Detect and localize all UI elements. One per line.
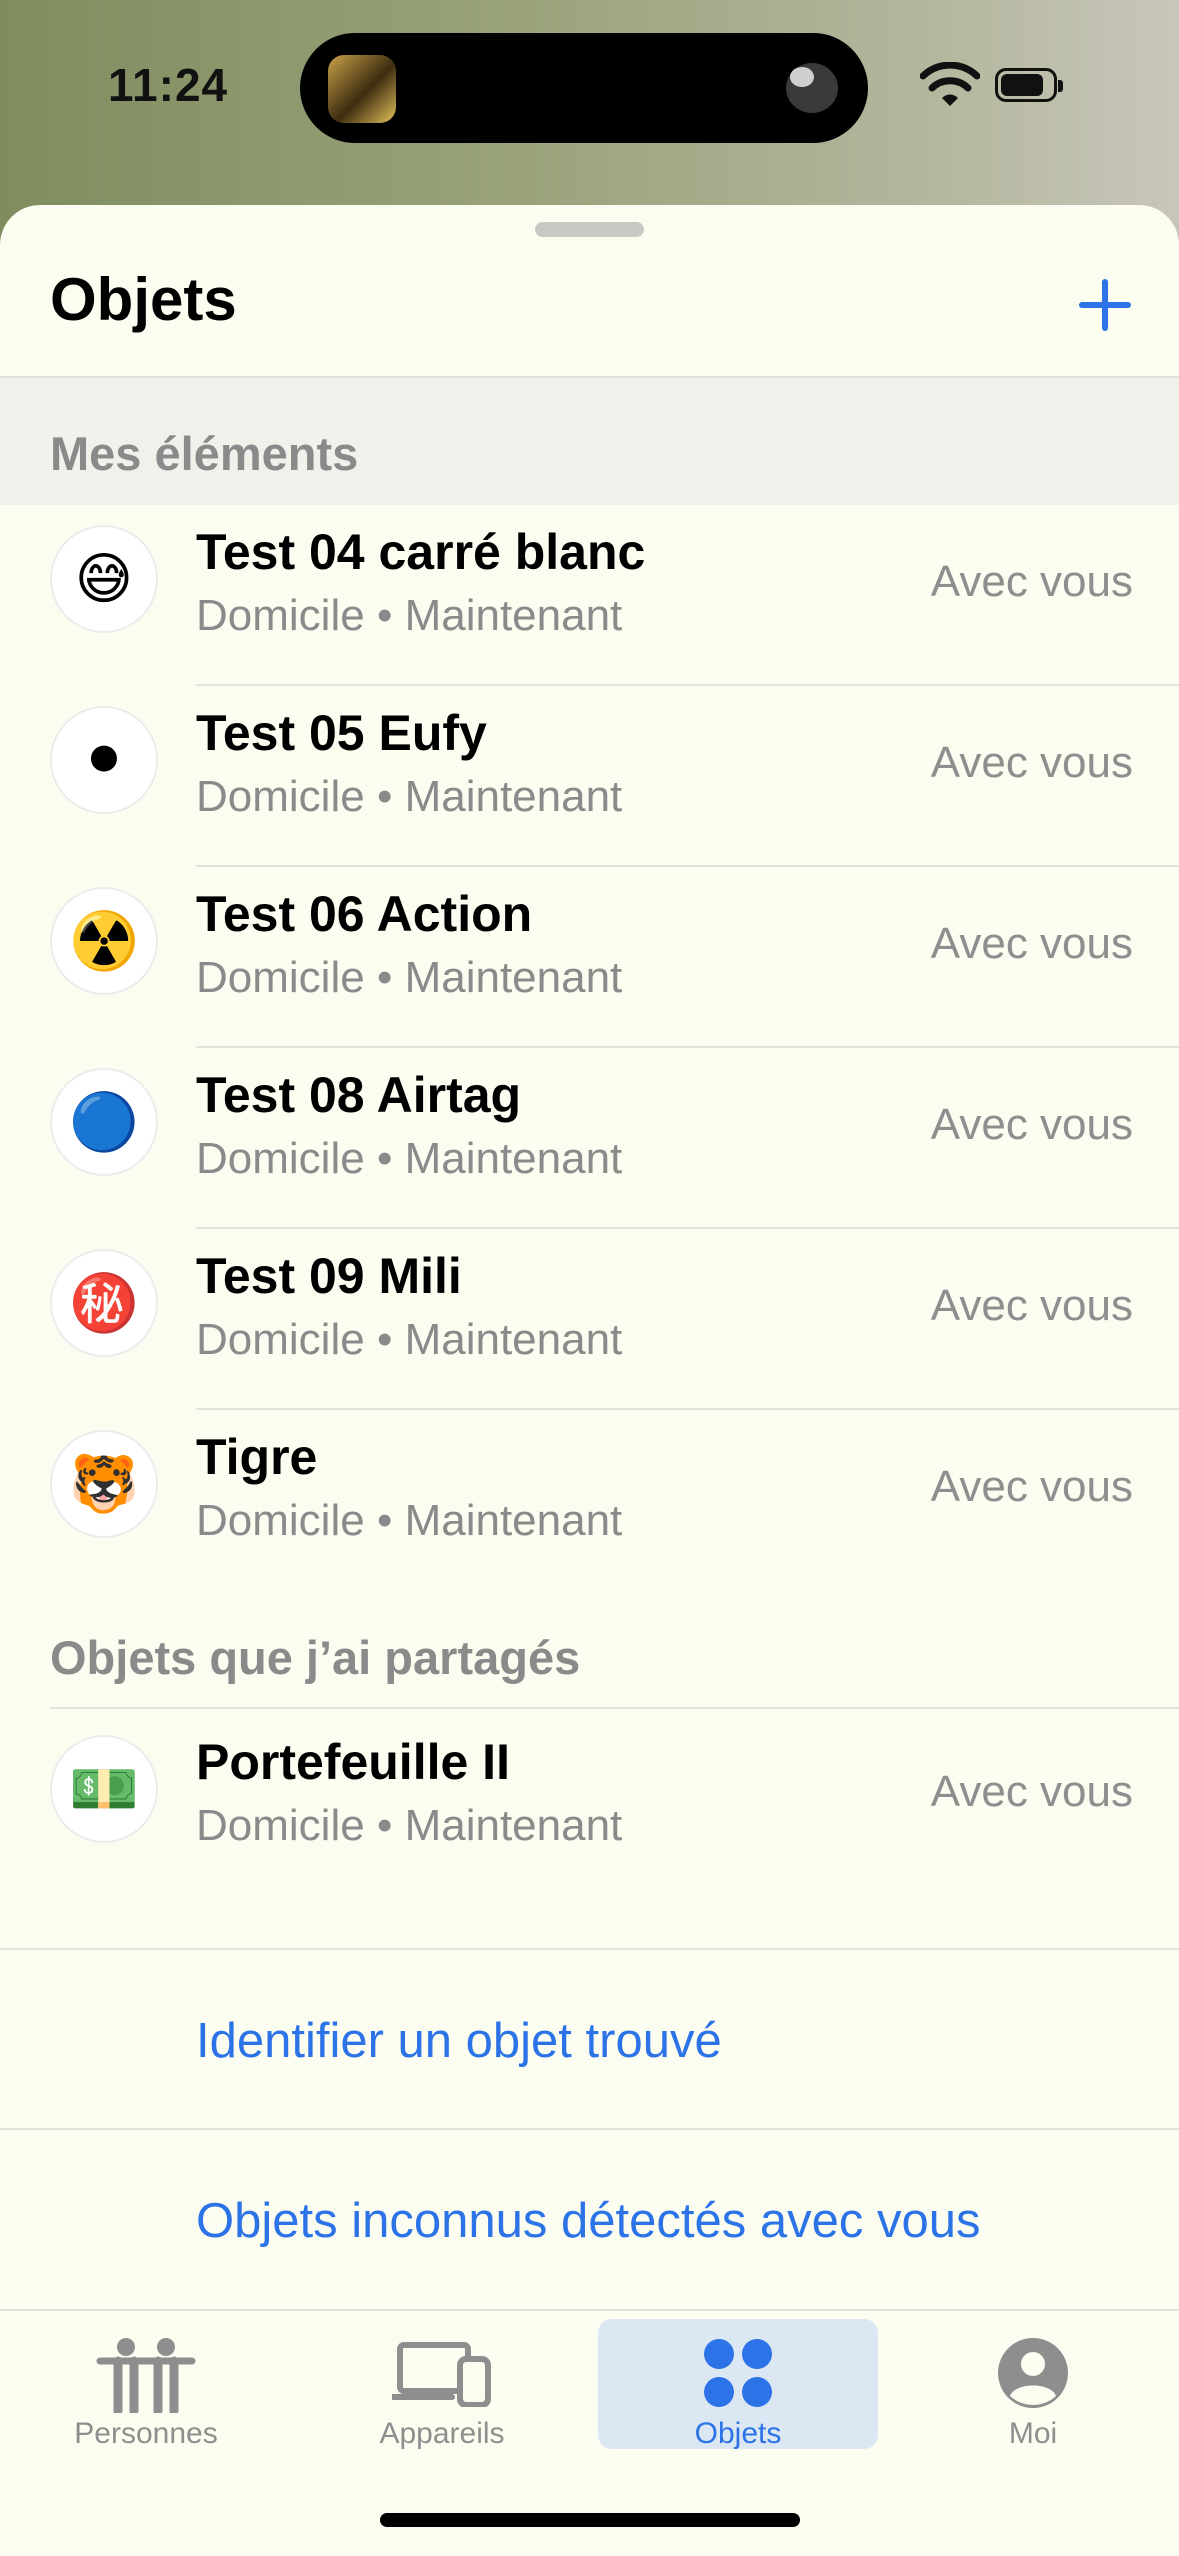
divider <box>50 1707 1179 1709</box>
item-status: Avec vous <box>930 919 1133 968</box>
item-status: Avec vous <box>930 1767 1133 1816</box>
tab-label: Moi <box>1008 2417 1058 2450</box>
item-subtitle: Domicile • Maintenant <box>196 953 623 1002</box>
item-name: Test 05 Eufy <box>196 705 487 761</box>
item-status: Avec vous <box>930 1462 1133 1511</box>
section-title-shared: Objets que j’ai partagés <box>50 1631 581 1684</box>
items-icon <box>704 2339 772 2407</box>
item-emoji-icon: 🐯 <box>50 1430 158 1538</box>
tab-people[interactable]: Personnes <box>6 2319 286 2450</box>
tab-label: Objets <box>694 2417 782 2450</box>
item-status: Avec vous <box>930 557 1133 606</box>
list-item[interactable]: 🐯 Tigre Domicile • Maintenant Avec vous <box>0 1410 1179 1591</box>
item-status: Avec vous <box>930 738 1133 787</box>
devices-icon <box>392 2342 491 2407</box>
battery-icon <box>995 68 1063 102</box>
list-item[interactable]: 😅 Test 04 carré blanc Domicile • Mainten… <box>0 505 1179 686</box>
divider <box>0 2128 1179 2130</box>
item-emoji-icon: 💵 <box>50 1735 158 1843</box>
add-item-button[interactable] <box>1062 265 1142 345</box>
item-subtitle: Domicile • Maintenant <box>196 1134 623 1183</box>
home-indicator[interactable] <box>380 2513 800 2527</box>
list-item[interactable]: ☢️ Test 06 Action Domicile • Maintenant … <box>0 867 1179 1048</box>
tab-devices[interactable]: Appareils <box>302 2319 582 2450</box>
list-item[interactable]: 🔵 Test 08 Airtag Domicile • Maintenant A… <box>0 1048 1179 1229</box>
item-emoji-icon: ☢️ <box>50 887 158 995</box>
camera-icon <box>786 63 838 113</box>
status-time: 11:24 <box>108 59 229 111</box>
item-name: Test 08 Airtag <box>196 1067 522 1123</box>
tab-objects[interactable]: Objets <box>598 2319 878 2450</box>
wifi-icon <box>920 62 980 106</box>
live-activity-app-icon <box>328 55 396 123</box>
sheet-grabber[interactable] <box>535 222 644 237</box>
page-title: Objets <box>50 266 237 333</box>
item-subtitle: Domicile • Maintenant <box>196 772 623 821</box>
item-subtitle: Domicile • Maintenant <box>196 591 623 640</box>
item-emoji-icon: 😅 <box>50 525 158 633</box>
section-header-mine: Mes éléments <box>0 378 1179 505</box>
item-name: Test 09 Mili <box>196 1248 462 1304</box>
tab-label: Appareils <box>379 2417 505 2450</box>
objects-sheet: Objets Mes éléments 😅 Test 04 carré blan… <box>0 205 1179 2556</box>
item-emoji-icon: ⚫ <box>50 706 158 814</box>
section-title-mine: Mes éléments <box>50 427 359 480</box>
item-name: Test 06 Action <box>196 886 533 942</box>
item-status: Avec vous <box>930 1281 1133 1330</box>
unknown-items-link[interactable]: Objets inconnus détectés avec vous <box>196 2193 980 2249</box>
item-status: Avec vous <box>930 1100 1133 1149</box>
item-emoji-icon: ㊙️ <box>50 1249 158 1357</box>
tab-me[interactable]: Moi <box>893 2319 1173 2450</box>
item-name: Test 04 carré blanc <box>196 524 646 580</box>
item-name: Tigre <box>196 1429 318 1485</box>
item-name: Portefeuille II <box>196 1734 510 1790</box>
tab-label: Personnes <box>74 2417 218 2450</box>
list-item[interactable]: ㊙️ Test 09 Mili Domicile • Maintenant Av… <box>0 1229 1179 1410</box>
divider <box>0 1948 1179 1950</box>
dynamic-island[interactable] <box>300 33 868 143</box>
list-item[interactable]: ⚫ Test 05 Eufy Domicile • Maintenant Ave… <box>0 686 1179 867</box>
item-subtitle: Domicile • Maintenant <box>196 1801 623 1850</box>
person-icon <box>998 2338 1068 2408</box>
item-subtitle: Domicile • Maintenant <box>196 1315 623 1364</box>
people-icon <box>96 2338 196 2413</box>
item-emoji-icon: 🔵 <box>50 1068 158 1176</box>
list-item[interactable]: 💵 Portefeuille II Domicile • Maintenant … <box>0 1715 1179 1896</box>
item-subtitle: Domicile • Maintenant <box>196 1496 623 1545</box>
identify-found-item-link[interactable]: Identifier un objet trouvé <box>196 2013 722 2069</box>
